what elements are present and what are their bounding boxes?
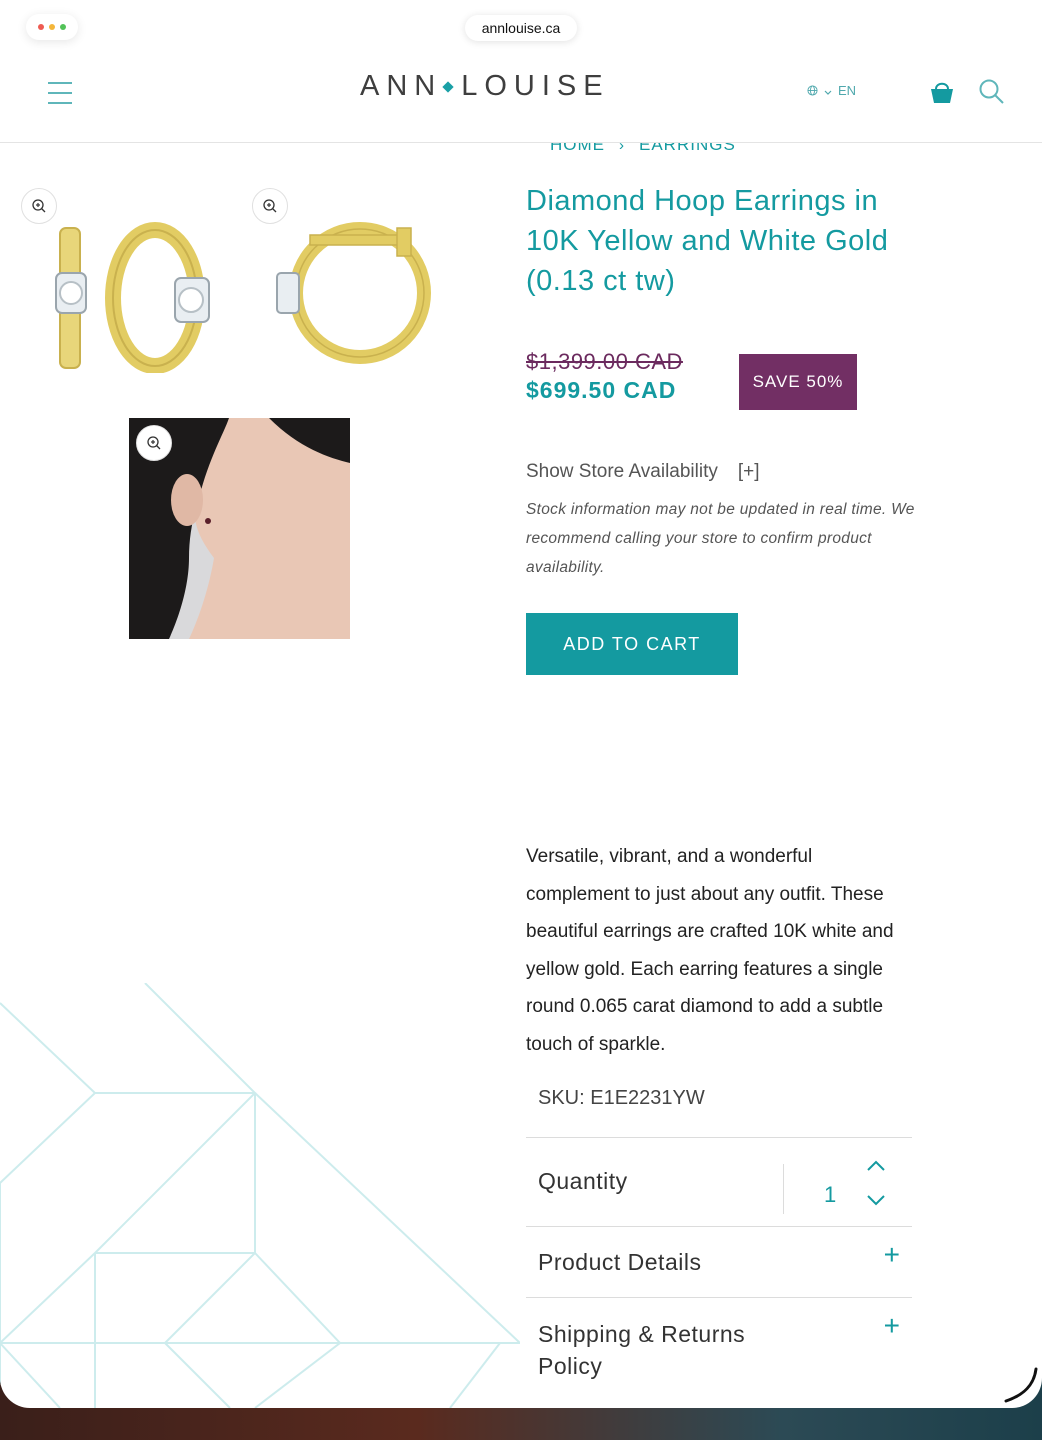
- maximize-dot-icon[interactable]: [60, 24, 66, 30]
- globe-icon: [807, 85, 818, 96]
- add-to-cart-button[interactable]: ADD TO CART: [526, 613, 738, 675]
- store-availability-expand[interactable]: [+]: [738, 461, 760, 483]
- search-icon[interactable]: [978, 78, 1006, 106]
- store-availability-label: Show Store Availability: [526, 461, 718, 482]
- original-price: $1,399.00 CAD: [526, 349, 683, 374]
- chevron-down-icon: [824, 90, 832, 95]
- language-label: EN: [838, 83, 857, 98]
- logo-diamond-icon: [442, 80, 454, 93]
- window-controls[interactable]: [26, 14, 78, 40]
- sale-price: $699.50 CAD: [526, 377, 677, 403]
- shipping-returns-label: Shipping & Returns Policy: [538, 1321, 746, 1379]
- shipping-returns-row[interactable]: Shipping & Returns Policy +: [526, 1297, 912, 1407]
- breadcrumb-current[interactable]: EARRINGS: [639, 143, 736, 155]
- quantity-row: Quantity 1: [526, 1137, 912, 1226]
- address-bar[interactable]: annlouise.ca: [465, 15, 577, 41]
- product-details-row[interactable]: Product Details +: [526, 1226, 912, 1297]
- zoom-in-icon[interactable]: [252, 188, 288, 224]
- chevron-down-icon[interactable]: [866, 1194, 886, 1206]
- quantity-value[interactable]: 1: [824, 1182, 836, 1208]
- store-availability-toggle[interactable]: Show Store Availability [+]: [526, 461, 760, 483]
- site-logo[interactable]: ANN LOUISE: [360, 70, 610, 103]
- browser-window: annlouise.ca ANN LOUISE EN HOME › EARRIN…: [0, 0, 1042, 1408]
- quantity-stepper[interactable]: [866, 1160, 886, 1206]
- site-header: ANN LOUISE EN: [0, 50, 1042, 143]
- decorative-pattern: [0, 983, 520, 1408]
- product-page: HOME › EARRINGS Diamond Hoop Earrings in…: [0, 143, 1042, 1408]
- language-selector[interactable]: EN: [807, 83, 856, 98]
- plus-icon[interactable]: +: [884, 1310, 900, 1342]
- product-details-label: Product Details: [538, 1249, 702, 1275]
- menu-icon[interactable]: [48, 82, 72, 104]
- logo-text-right: LOUISE: [461, 70, 610, 102]
- breadcrumb: HOME › EARRINGS: [550, 143, 736, 155]
- shopping-bag-icon[interactable]: [928, 78, 956, 106]
- product-title: Diamond Hoop Earrings in 10K Yellow and …: [526, 185, 889, 297]
- minimize-dot-icon[interactable]: [49, 24, 55, 30]
- chevron-up-icon[interactable]: [866, 1160, 886, 1172]
- quantity-divider: [783, 1164, 784, 1214]
- stock-note: Stock information may not be updated in …: [526, 501, 915, 576]
- product-description: Versatile, vibrant, and a wonderful comp…: [526, 846, 894, 1055]
- close-dot-icon[interactable]: [38, 24, 44, 30]
- zoom-in-icon[interactable]: [21, 188, 57, 224]
- plus-icon[interactable]: +: [884, 1239, 900, 1271]
- save-badge: SAVE 50%: [739, 354, 857, 410]
- breadcrumb-home[interactable]: HOME: [550, 143, 605, 155]
- zoom-in-icon[interactable]: [136, 425, 172, 461]
- product-sku: SKU: E1E2231YW: [538, 1087, 705, 1109]
- quantity-label: Quantity: [538, 1168, 628, 1194]
- resize-handle-icon[interactable]: [1000, 1365, 1040, 1405]
- breadcrumb-separator: ›: [619, 143, 625, 154]
- logo-text-left: ANN: [360, 70, 443, 102]
- product-accordion: Quantity 1 Product Details + Shipping & …: [526, 1137, 912, 1407]
